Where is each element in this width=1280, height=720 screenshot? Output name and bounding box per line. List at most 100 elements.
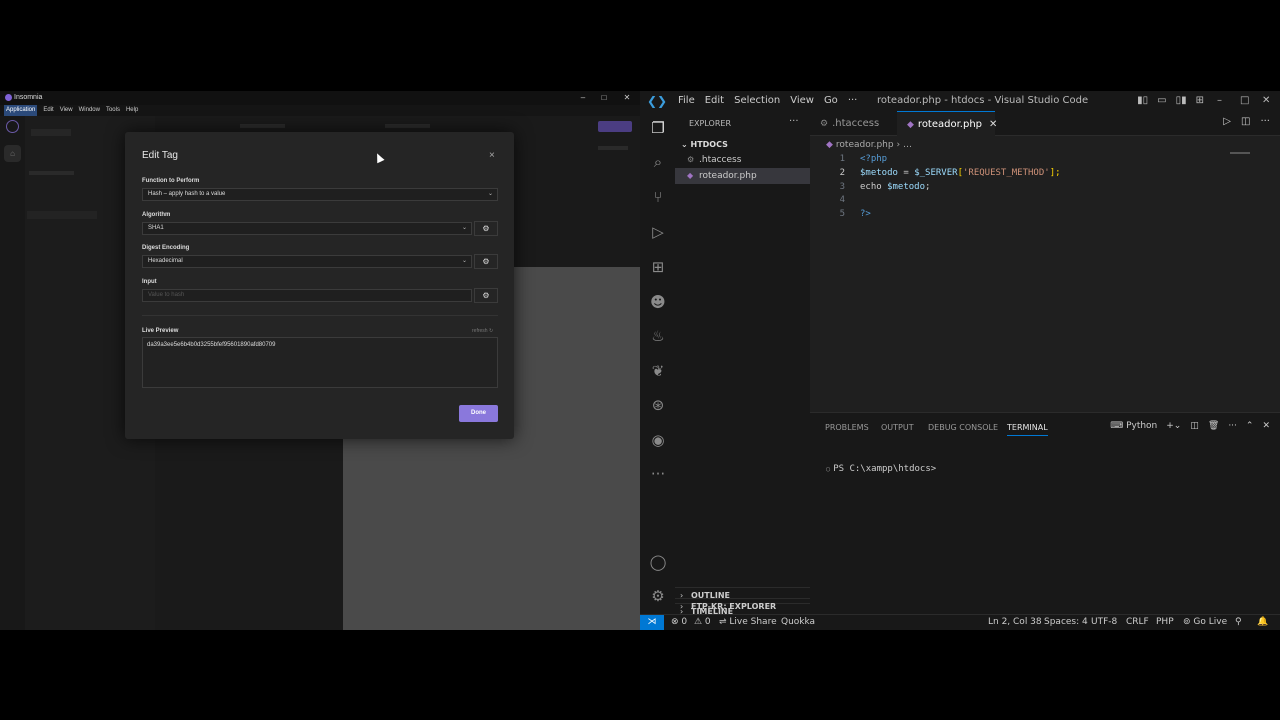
maximize-button[interactable]: □ (1240, 91, 1249, 111)
new-terminal-icon[interactable]: +⌄ (1166, 421, 1181, 431)
maximize-button[interactable]: □ (594, 91, 614, 105)
menu-selection[interactable]: Selection (734, 91, 780, 111)
tab-output[interactable]: OUTPUT (881, 423, 914, 432)
indentation[interactable]: Spaces: 4 (1044, 615, 1088, 630)
done-button[interactable]: Done (459, 405, 498, 422)
gear-icon[interactable]: ⚙ (647, 585, 669, 607)
response-options[interactable] (598, 146, 628, 150)
minimap[interactable] (1230, 152, 1250, 154)
go-live-button[interactable]: ⊚ Go Live (1183, 615, 1227, 630)
git-graph-icon[interactable]: ⊛ (647, 394, 669, 416)
customize-layout-icon[interactable]: ⊞ (1196, 91, 1204, 111)
more-icon[interactable]: ··· (647, 463, 669, 485)
menu-file[interactable]: File (678, 91, 695, 111)
minimize-button[interactable]: – (1217, 91, 1222, 111)
minimize-button[interactable]: – (573, 91, 593, 105)
send-options[interactable] (385, 124, 430, 128)
close-panel-icon[interactable]: ✕ (1262, 421, 1270, 431)
input-field[interactable]: Value to hash (142, 289, 472, 302)
close-window-button[interactable]: ✕ (1262, 91, 1270, 111)
menu-application[interactable]: Application (4, 105, 38, 116)
source-control-icon[interactable]: ⑂ (647, 186, 669, 208)
live-share-button[interactable]: ⇌ Live Share (719, 615, 777, 630)
account-icon[interactable]: ◯ (647, 551, 669, 573)
menu-window[interactable]: Window (79, 105, 100, 116)
encoding-select[interactable]: Hexadecimal ⌄ (142, 255, 472, 268)
home-icon[interactable]: ⌂ (4, 145, 21, 162)
breadcrumb-file[interactable]: roteador.php (836, 140, 894, 150)
function-select[interactable]: Hash – apply hash to a value ⌄ (142, 188, 498, 201)
menu-help[interactable]: Help (126, 105, 138, 116)
remote-icon[interactable]: ⋊ (640, 615, 664, 630)
code-editor[interactable]: 1 2 3 4 5 <?php $metodo = $_SERVER['REQU… (810, 154, 1280, 411)
flame-icon[interactable]: ♨ (647, 325, 669, 347)
toggle-sidebar-icon[interactable]: ▮▯ (1137, 91, 1148, 111)
filter-input[interactable] (31, 129, 71, 136)
algorithm-settings-button[interactable]: ⚙ (474, 221, 498, 236)
algorithm-select[interactable]: SHA1 ⌄ (142, 222, 472, 235)
close-window-button[interactable]: ✕ (617, 91, 637, 105)
insomnia-title-bar: Insomnia – □ ✕ (0, 91, 640, 105)
breadcrumb-symbol[interactable]: … (903, 140, 912, 150)
menu-edit[interactable]: Edit (705, 91, 724, 111)
split-terminal-icon[interactable]: ◫ (1190, 421, 1199, 431)
menu-edit[interactable]: Edit (43, 105, 53, 116)
search-icon[interactable]: ⌕ (647, 151, 669, 173)
tab-debug-console[interactable]: DEBUG CONSOLE (928, 423, 998, 432)
ftp-explorer-section[interactable]: › FTP-KR: EXPLORER (675, 598, 810, 614)
terminal-output[interactable]: ○ PS C:\xampp\htdocs> (826, 464, 936, 474)
menu-view[interactable]: View (790, 91, 814, 111)
cursor-position[interactable]: Ln 2, Col 38 (988, 615, 1042, 630)
file-htaccess[interactable]: ⚙ .htaccess (675, 152, 810, 168)
tab-terminal[interactable]: TERMINAL (1007, 423, 1048, 436)
tab-problems[interactable]: PROBLEMS (825, 423, 869, 432)
chevron-down-icon: ⌄ (461, 258, 467, 264)
folder-htdocs[interactable]: ⌄ HTDOCS (681, 140, 728, 149)
org-avatar-icon[interactable] (6, 120, 19, 133)
notifications-icon[interactable]: 🔔 (1257, 615, 1268, 630)
send-button[interactable] (598, 121, 632, 132)
menu-more[interactable]: ··· (848, 91, 858, 111)
language-mode[interactable]: PHP (1156, 615, 1174, 630)
refresh-link[interactable]: refresh ↻ (472, 328, 493, 334)
menu-view[interactable]: View (60, 105, 73, 116)
terminal-profile[interactable]: ⌨ Python (1110, 421, 1157, 431)
menu-tools[interactable]: Tools (106, 105, 120, 116)
run-debug-icon[interactable]: ▷ (647, 221, 669, 243)
toggle-panel-icon[interactable]: ▭ (1157, 91, 1166, 111)
terminal-toolbar: ⌨ Python +⌄ ◫ 🗑 ··· ⌃ ✕ (1110, 421, 1270, 431)
modal-title: Edit Tag (142, 150, 178, 161)
explorer-icon[interactable]: ❐ (647, 117, 669, 139)
extensions-icon[interactable]: ⊞ (647, 256, 669, 278)
environment-dropdown[interactable] (29, 171, 74, 175)
alien-icon[interactable]: ☻ (647, 291, 669, 313)
gear-icon: ⚙ (482, 224, 490, 233)
live-preview-box[interactable]: da39a3ee5e6b4b0d3255bfef95601890afd80709 (142, 337, 498, 388)
file-encoding[interactable]: UTF-8 (1091, 615, 1117, 630)
more-actions-icon[interactable]: ··· (1228, 421, 1237, 431)
trash-icon[interactable]: 🗑 (1208, 421, 1219, 431)
file-roteador-php[interactable]: ◆ roteador.php (675, 168, 810, 184)
more-actions-icon[interactable]: ··· (1260, 116, 1270, 127)
leaf-icon[interactable]: ❦ (647, 360, 669, 382)
errors-count[interactable]: ⊗ 0 (671, 615, 687, 630)
encoding-settings-button[interactable]: ⚙ (474, 254, 498, 269)
line-endings[interactable]: CRLF (1126, 615, 1149, 630)
close-tab-icon[interactable]: ✕ (989, 119, 997, 130)
warnings-count[interactable]: ⚠ 0 (694, 615, 711, 630)
input-settings-button[interactable]: ⚙ (474, 288, 498, 303)
quokka-button[interactable]: Quokka (781, 615, 815, 630)
github-icon[interactable]: ◉ (647, 429, 669, 451)
run-file-icon[interactable]: ▷ (1223, 116, 1231, 127)
tab-htaccess[interactable]: ⚙ .htaccess (810, 111, 895, 136)
more-actions-icon[interactable]: ··· (789, 116, 799, 127)
toggle-secondary-sidebar-icon[interactable]: ▯▮ (1176, 91, 1187, 111)
feedback-icon[interactable]: ⚲ (1235, 615, 1242, 630)
maximize-panel-icon[interactable]: ⌃ (1246, 421, 1254, 431)
split-editor-icon[interactable]: ◫ (1241, 116, 1250, 127)
url-bar[interactable] (240, 124, 285, 128)
close-icon[interactable]: × (489, 150, 495, 161)
menu-go[interactable]: Go (824, 91, 838, 111)
tab-roteador-php[interactable]: ◆ roteador.php ✕ (897, 111, 997, 136)
request-list-item[interactable] (27, 211, 97, 219)
